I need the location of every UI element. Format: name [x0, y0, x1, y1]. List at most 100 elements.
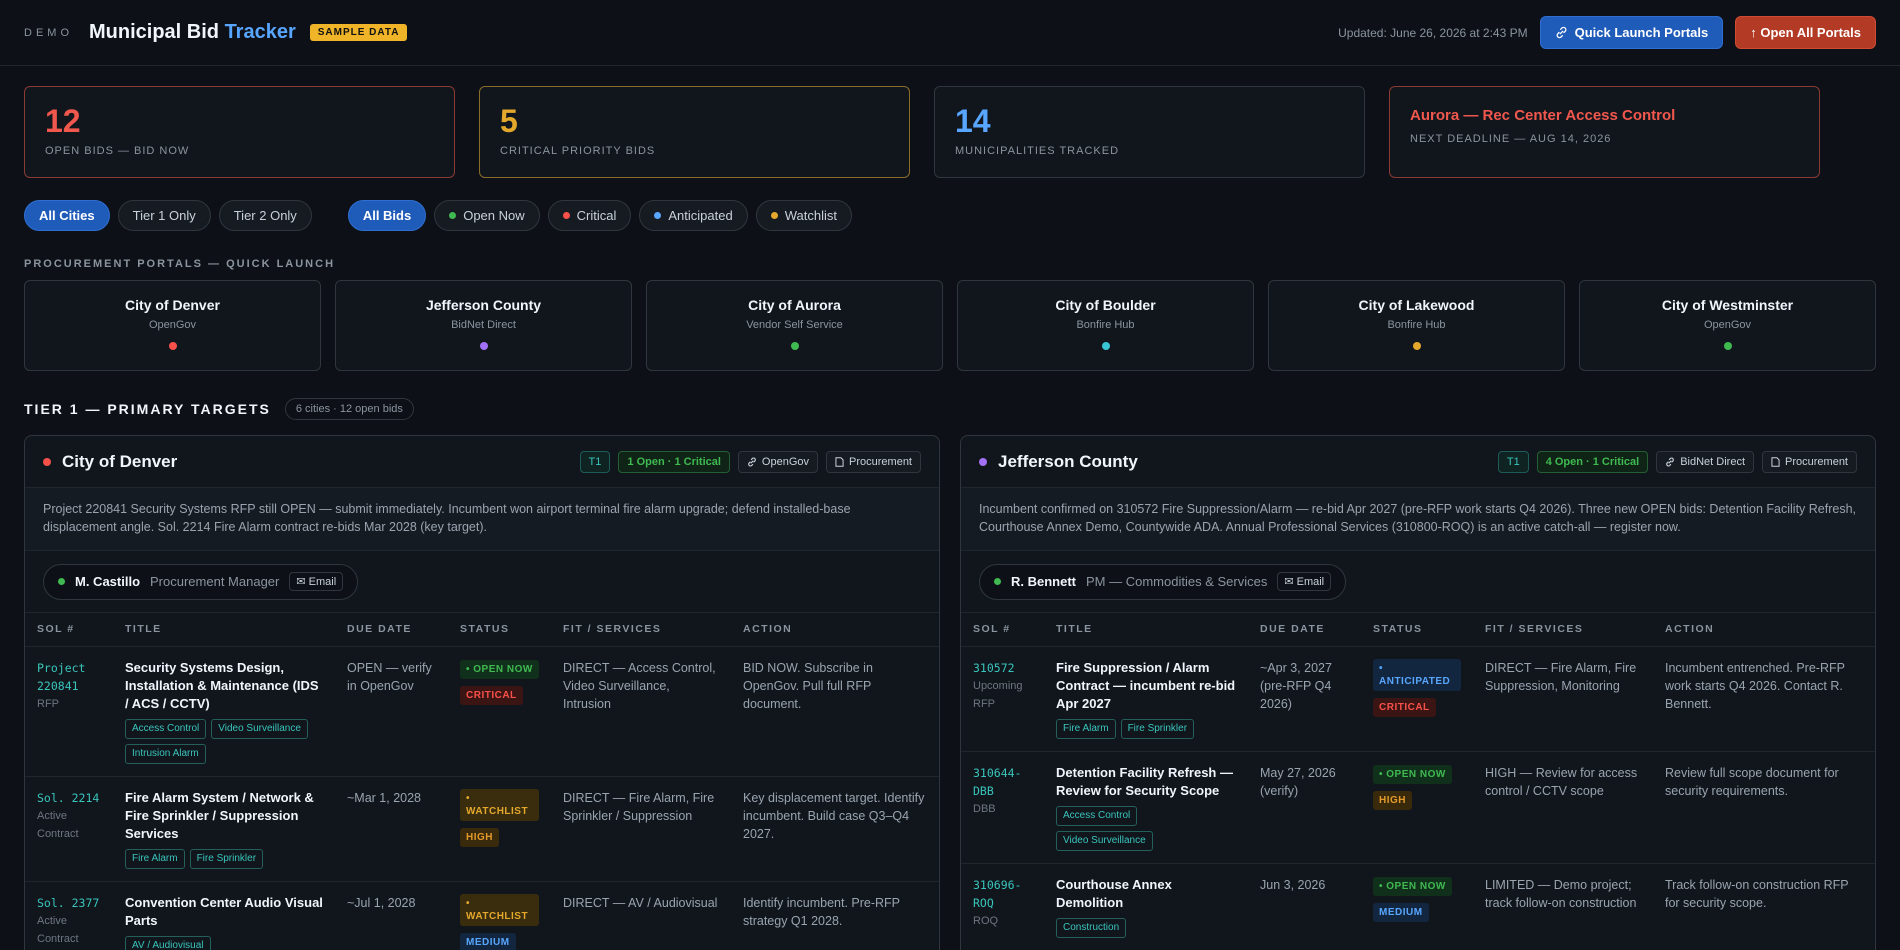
next-deadline-label: NEXT DEADLINE — AUG 14, 2026 [1410, 133, 1612, 145]
portal-grid: City of Denver OpenGov Jefferson County Bi… [24, 280, 1876, 371]
portal-link[interactable]: OpenGov [737, 450, 819, 473]
open-all-portals-button[interactable]: ↑ Open All Portals [1735, 16, 1876, 49]
table-row[interactable]: Sol. 2214 Active Contract Fire Alarm Syst… [25, 776, 939, 882]
open-all-label: ↑ Open All Portals [1750, 25, 1861, 40]
sol-number[interactable]: Sol. 2214 [37, 789, 101, 807]
summary-tag: 4 Open · 1 Critical [1536, 450, 1649, 473]
stat-value: 14 [955, 103, 991, 139]
filter-critical[interactable]: Critical [547, 200, 632, 231]
filter-tier-2[interactable]: Tier 2 Only [218, 200, 312, 231]
fit-services: DIRECT — Fire Alarm, Fire Sprinkler / Su… [551, 776, 731, 882]
portal-link[interactable]: BidNet Direct [1656, 450, 1755, 473]
filter-all-cities[interactable]: All Cities [24, 200, 110, 231]
portal-card[interactable]: City of Denver OpenGov [24, 280, 321, 371]
column-header: DUE DATE [1248, 613, 1361, 647]
action-text: BID NOW. Subscribe in OpenGov. Pull full… [731, 646, 939, 777]
portal-platform: OpenGov [148, 319, 197, 331]
status-dot-icon [1101, 342, 1110, 350]
priority-badge: MEDIUM [460, 932, 516, 950]
table-row[interactable]: 310644-DBB DBB Detention Facility Refresh… [961, 751, 1875, 864]
chip-label: Critical [576, 208, 617, 223]
fit-services: LIMITED — Demo project; track follow-on … [1473, 863, 1653, 950]
document-icon [835, 456, 844, 467]
portal-platform: Bonfire Hub [1076, 319, 1135, 331]
panel-note: Incumbent confirmed on 310572 Fire Suppr… [961, 488, 1875, 551]
filter-open-now[interactable]: Open Now [434, 200, 540, 231]
fit-services: HIGH — Review for access control / CCTV … [1473, 751, 1653, 864]
procurement-link[interactable]: Procurement [826, 450, 921, 473]
portal-name: Jefferson County [425, 297, 542, 313]
portal-card[interactable]: City of Boulder Bonfire Hub [957, 280, 1254, 371]
filter-anticipated[interactable]: Anticipated [639, 200, 748, 231]
sol-number[interactable]: 310572 [973, 659, 1032, 677]
portal-card[interactable]: City of Lakewood Bonfire Hub [1268, 280, 1565, 371]
stat-label: CRITICAL PRIORITY BIDS [500, 145, 656, 157]
chip-label: Tier 2 Only [233, 208, 297, 223]
sol-number[interactable]: 310644-DBB [973, 764, 1032, 800]
column-header: FIT / SERVICES [1473, 613, 1653, 647]
action-text: Track follow-on construction RFP for sec… [1653, 863, 1875, 950]
service-tag: Fire Sprinkler [1120, 718, 1195, 739]
filter-tier-1[interactable]: Tier 1 Only [117, 200, 211, 231]
status-badge: • ANTICIPATED [1373, 658, 1461, 691]
status-dot-icon [790, 342, 799, 350]
sol-number[interactable]: Sol. 2377 [37, 894, 101, 912]
panel-header: Jefferson County T1 4 Open · 1 Critical … [961, 436, 1875, 488]
stat-next-deadline[interactable]: Aurora — Rec Center Access Control NEXT … [1389, 86, 1820, 178]
status-badge: • WATCHLIST [460, 788, 539, 821]
portal-name: City of Westminster [1661, 297, 1794, 313]
chip-label: Open Now [463, 208, 525, 223]
table-row[interactable]: Sol. 2377 Active Contract Convention Cent… [25, 881, 939, 950]
sol-type: ROQ [973, 914, 999, 927]
sol-type: Upcoming RFP [973, 679, 1023, 710]
filter-watchlist[interactable]: Watchlist [755, 200, 852, 231]
contact-pill: R. Bennett PM — Commodities & Services ✉… [979, 563, 1347, 600]
quick-launch-button[interactable]: Quick Launch Portals [1539, 16, 1724, 49]
contact-name: M. Castillo [75, 574, 141, 589]
link-icon [1666, 457, 1675, 466]
column-header: TITLE [1044, 613, 1248, 647]
portal-platform: OpenGov [1703, 319, 1752, 331]
column-header: ACTION [731, 613, 939, 647]
app-title: Municipal Bid Tracker [89, 21, 296, 44]
procurement-link[interactable]: Procurement [1762, 450, 1857, 473]
email-button[interactable]: ✉ Email [289, 572, 344, 591]
status-dot-icon [562, 212, 570, 219]
contact-row: R. Bennett PM — Commodities & Services ✉… [961, 551, 1875, 613]
bid-title: Convention Center Audio Visual Parts [125, 894, 323, 928]
portal-card[interactable]: Jefferson County BidNet Direct [335, 280, 632, 371]
contact-role: Procurement Manager [150, 574, 280, 589]
priority-badge: CRITICAL [1373, 697, 1436, 717]
stat-critical-bids: 5 CRITICAL PRIORITY BIDS [479, 86, 910, 178]
status-dot-icon [654, 212, 662, 219]
portal-name: City of Boulder [1055, 297, 1156, 313]
table-row[interactable]: 310572 Upcoming RFP Fire Suppression / Al… [961, 646, 1875, 752]
table-row[interactable]: 310696-ROQ ROQ Courthouse Annex Demolitio… [961, 863, 1875, 950]
status-badge: • OPEN NOW [1373, 764, 1452, 784]
portal-card[interactable]: City of Westminster OpenGov [1579, 280, 1876, 371]
action-text: Key displacement target. Identify incumb… [731, 776, 939, 882]
email-button[interactable]: ✉ Email [1277, 572, 1332, 591]
sol-number[interactable]: Project 220841 [37, 659, 101, 695]
service-tag: Access Control [125, 718, 207, 739]
demo-label: DEMO [24, 26, 73, 39]
due-date: ~Jul 1, 2028 [335, 881, 448, 950]
priority-badge: HIGH [1373, 790, 1412, 810]
column-header: ACTION [1653, 613, 1875, 647]
service-tag: Intrusion Alarm [125, 743, 206, 764]
priority-badge: HIGH [460, 827, 499, 847]
sol-type: DBB [973, 802, 996, 815]
contact-pill: M. Castillo Procurement Manager ✉ Email [43, 563, 359, 600]
column-header: SOL # [25, 613, 113, 647]
stat-value: 12 [45, 103, 81, 139]
sol-type: RFP [37, 697, 59, 710]
portal-card[interactable]: City of Aurora Vendor Self Service [646, 280, 943, 371]
document-icon [1771, 456, 1780, 467]
tier-heading: TIER 1 — PRIMARY TARGETS 6 cities · 12 o… [24, 398, 414, 420]
portal-platform: BidNet Direct [451, 319, 516, 331]
quick-launch-label: Quick Launch Portals [1574, 25, 1709, 40]
sol-number[interactable]: 310696-ROQ [973, 876, 1032, 912]
filter-all-bids[interactable]: All Bids [347, 200, 427, 231]
table-row[interactable]: Project 220841 RFP Security Systems Desig… [25, 646, 939, 777]
status-dot-icon [449, 212, 457, 219]
